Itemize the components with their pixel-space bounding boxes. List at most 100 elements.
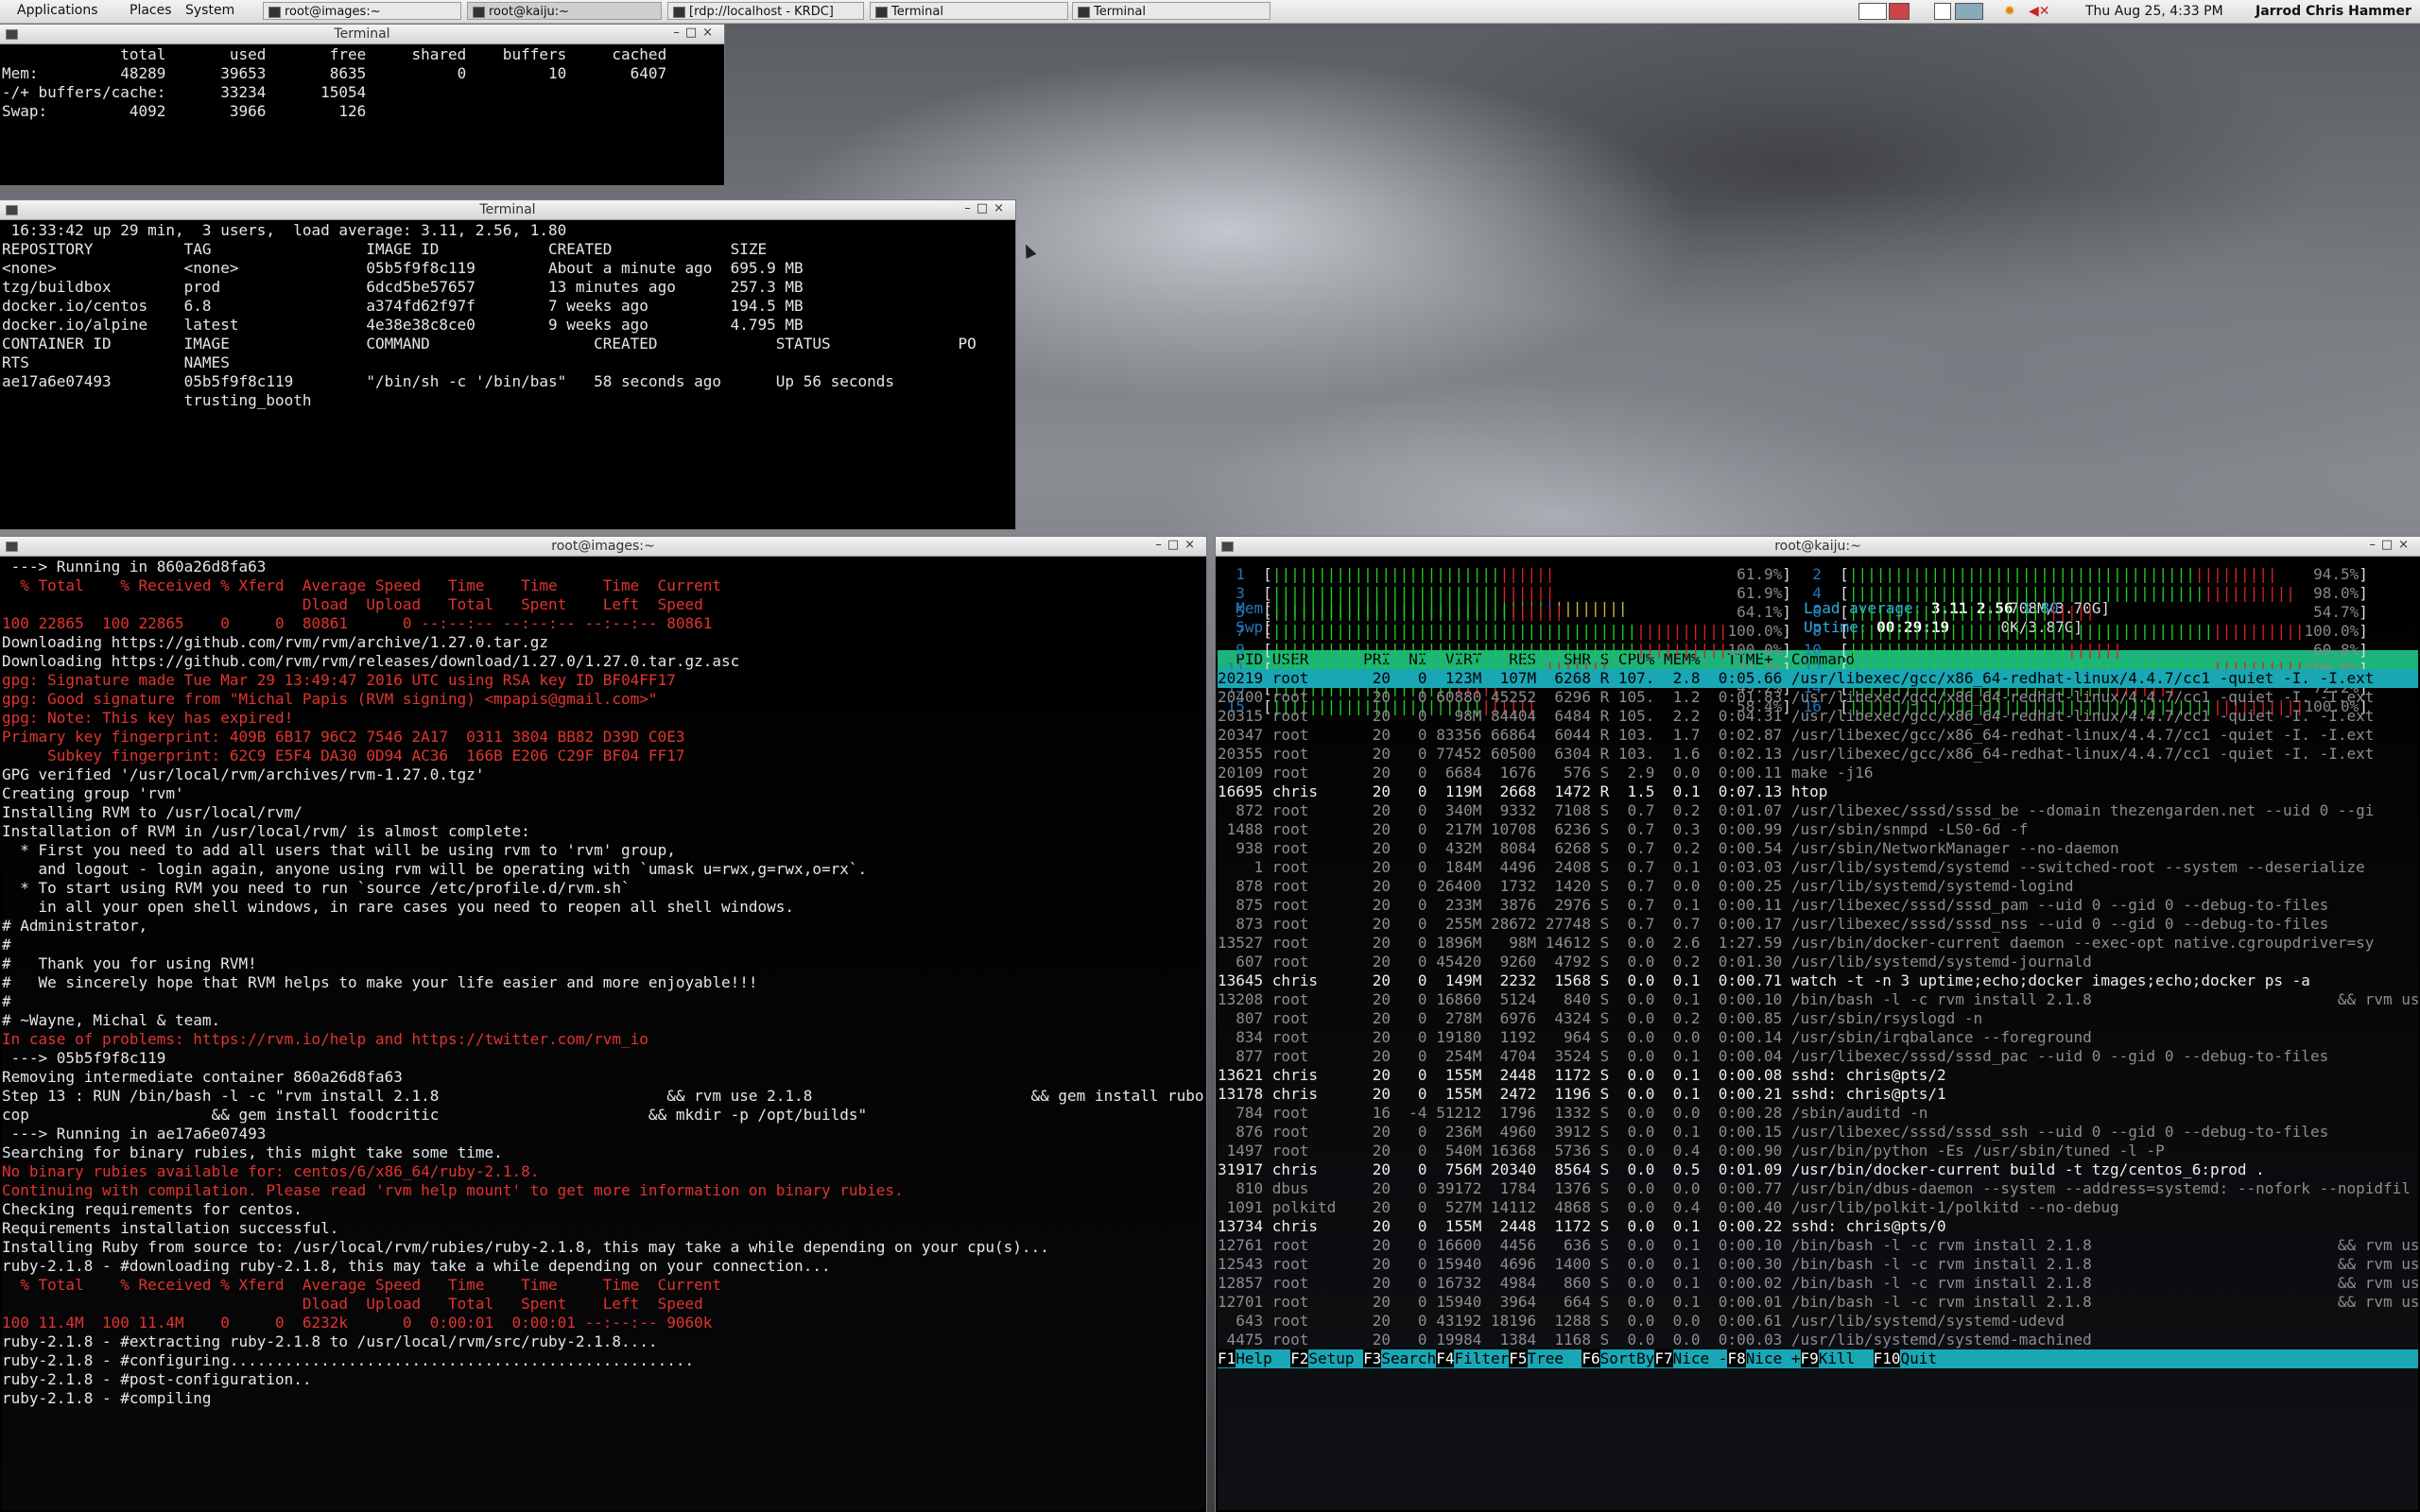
menu-system[interactable]: System <box>185 3 234 18</box>
output-line: Dload Upload Total Spent Left Speed <box>2 1295 703 1313</box>
process-row[interactable]: 1091 polkitd 20 0 527M 14112 4868 S 0.0 … <box>1218 1198 2418 1217</box>
process-row[interactable]: 13621 chris 20 0 155M 2448 1172 S 0.0 0.… <box>1218 1066 2418 1085</box>
process-row[interactable]: 13645 chris 20 0 149M 2232 1568 S 0.0 0.… <box>1218 971 2418 990</box>
output-line: ae17a6e07493 05b5f9f8c119 "/bin/sh -c '/… <box>2 372 895 390</box>
process-row[interactable]: 607 root 20 0 45420 9260 4792 S 0.0 0.2 … <box>1218 953 2418 971</box>
process-row[interactable]: 1488 root 20 0 217M 10708 6236 S 0.7 0.3… <box>1218 820 2418 839</box>
htop-view[interactable]: Mem[||||||||||||||||||||||||||||||||||||… <box>1218 558 2418 1510</box>
process-row[interactable]: 31917 chris 20 0 756M 20340 8564 S 0.0 0… <box>1218 1160 2418 1179</box>
process-row[interactable]: 13208 root 20 0 16860 5124 840 S 0.0 0.1… <box>1218 990 2418 1009</box>
process-row[interactable]: 20347 root 20 0 83356 66864 6044 R 103. … <box>1218 726 2418 745</box>
window-controls[interactable]: –□× <box>673 26 718 40</box>
process-row[interactable]: 1 root 20 0 184M 4496 2408 S 0.7 0.1 0:0… <box>1218 858 2418 877</box>
fkey-label[interactable]: Nice - <box>1672 1349 1728 1367</box>
process-row[interactable]: 16695 chris 20 0 119M 2668 1472 R 1.5 0.… <box>1218 782 2418 801</box>
task-terminal-2[interactable]: Terminal <box>1072 2 1270 20</box>
process-row[interactable]: 13527 root 20 0 1896M 98M 14612 S 0.0 2.… <box>1218 934 2418 953</box>
process-row[interactable]: 20219 root 20 0 123M 107M 6268 R 107. 2.… <box>1218 669 2418 688</box>
terminal-output[interactable]: 16:33:42 up 29 min, 3 users, load averag… <box>2 221 1013 527</box>
fkey-label[interactable]: Help <box>1236 1349 1291 1367</box>
fkey-f7[interactable]: F7 <box>1654 1349 1673 1367</box>
output-line: REPOSITORY TAG IMAGE ID CREATED SIZE <box>2 240 768 258</box>
process-row[interactable]: 872 root 20 0 340M 9332 7108 S 0.7 0.2 0… <box>1218 801 2418 820</box>
fkey-label[interactable]: Kill <box>1818 1349 1874 1367</box>
fkey-label[interactable]: Tree <box>1527 1349 1582 1367</box>
output-line: Creating group 'rvm' <box>2 784 184 802</box>
window-title: root@kaiju:~ <box>1774 539 1861 554</box>
process-row[interactable]: 12543 root 20 0 15940 4696 1400 S 0.0 0.… <box>1218 1255 2418 1274</box>
fkey-label[interactable]: Quit <box>1900 1349 1946 1367</box>
process-row[interactable]: 878 root 20 0 26400 1732 1420 S 0.7 0.0 … <box>1218 877 2418 896</box>
process-row[interactable]: 12761 root 20 0 16600 4456 636 S 0.0 0.1… <box>1218 1236 2418 1255</box>
process-row[interactable]: 13178 chris 20 0 155M 2472 1196 S 0.0 0.… <box>1218 1085 2418 1104</box>
process-row[interactable]: 20400 root 20 0 60880 45252 6296 R 105. … <box>1218 688 2418 707</box>
output-line: # We sincerely hope that RVM helps to ma… <box>2 973 758 991</box>
weather-icon[interactable]: ✹ <box>2004 4 2015 19</box>
fkey-f9[interactable]: F9 <box>1800 1349 1819 1367</box>
workspace-switcher[interactable] <box>1858 3 1887 20</box>
task-krdc[interactable]: [rdp://localhost - KRDC] <box>667 2 864 20</box>
output-line: docker.io/alpine latest 4e38e38c8ce0 9 w… <box>2 316 804 334</box>
user-name[interactable]: Jarrod Chris Hammer <box>2256 4 2411 19</box>
process-row[interactable]: 4475 root 20 0 19984 1384 1168 S 0.0 0.0… <box>1218 1331 2418 1349</box>
window-controls[interactable]: –□× <box>964 201 1010 215</box>
process-row[interactable]: 20315 root 20 0 98M 84404 6484 R 105. 2.… <box>1218 707 2418 726</box>
fkey-label[interactable]: Nice + <box>1745 1349 1801 1367</box>
terminal-window-htop[interactable]: root@kaiju:~ –□× Mem[|||||||||||||||||||… <box>1216 537 2420 1512</box>
titlebar[interactable]: root@kaiju:~ –□× <box>1216 537 2420 557</box>
fkey-label[interactable]: Search <box>1381 1349 1437 1367</box>
titlebar[interactable]: Terminal –□× <box>0 200 1015 220</box>
output-line: # Administrator, <box>2 917 148 935</box>
fkey-f1[interactable]: F1 <box>1218 1349 1236 1367</box>
fkey-f8[interactable]: F8 <box>1727 1349 1746 1367</box>
terminal-output[interactable]: ---> Running in 860a26d8fa63 % Total % R… <box>2 558 1204 1510</box>
window-list-icon[interactable] <box>1934 3 1951 20</box>
fkey-f4[interactable]: F4 <box>1436 1349 1455 1367</box>
fkey-f6[interactable]: F6 <box>1582 1349 1600 1367</box>
process-row[interactable]: 1497 root 20 0 540M 16368 5736 S 0.0 0.4… <box>1218 1142 2418 1160</box>
output-line: Installing RVM to /usr/local/rvm/ <box>2 803 302 821</box>
process-row[interactable]: 807 root 20 0 278M 6976 4324 S 0.0 0.2 0… <box>1218 1009 2418 1028</box>
titlebar[interactable]: Terminal –□× <box>0 25 724 44</box>
process-row[interactable]: 12857 root 20 0 16732 4984 860 S 0.0 0.1… <box>1218 1274 2418 1293</box>
process-row[interactable]: 643 root 20 0 43192 18196 1288 S 0.0 0.0… <box>1218 1312 2418 1331</box>
process-row[interactable]: 784 root 16 -4 51212 1796 1332 S 0.0 0.0… <box>1218 1104 2418 1123</box>
process-row[interactable]: 938 root 20 0 432M 8084 6268 S 0.7 0.2 0… <box>1218 839 2418 858</box>
applet-icon[interactable] <box>1889 3 1910 20</box>
terminal-output[interactable]: total used free shared buffers cached Me… <box>2 45 722 183</box>
output-line: No binary rubies available for: centos/6… <box>2 1162 540 1180</box>
volume-muted-icon[interactable]: ◀✕ <box>2029 4 2050 19</box>
fkey-f2[interactable]: F2 <box>1290 1349 1309 1367</box>
process-row[interactable]: 877 root 20 0 254M 4704 3524 S 0.0 0.1 0… <box>1218 1047 2418 1066</box>
window-controls[interactable]: –□× <box>2369 538 2414 552</box>
process-row[interactable]: 834 root 20 0 19180 1192 964 S 0.0 0.0 0… <box>1218 1028 2418 1047</box>
process-row[interactable]: 12701 root 20 0 15940 3964 664 S 0.0 0.1… <box>1218 1293 2418 1312</box>
fkey-f5[interactable]: F5 <box>1509 1349 1528 1367</box>
cpu-number: 4 <box>1794 584 1841 602</box>
process-row[interactable]: 20355 root 20 0 77452 60500 6304 R 103. … <box>1218 745 2418 764</box>
menu-applications[interactable]: Applications <box>17 3 98 18</box>
task-terminal-1[interactable]: Terminal <box>870 2 1068 20</box>
cpu-percent: 60.8% <box>2304 641 2360 659</box>
process-row[interactable]: 13734 chris 20 0 155M 2448 1172 S 0.0 0.… <box>1218 1217 2418 1236</box>
fkey-label[interactable]: Setup <box>1308 1349 1364 1367</box>
titlebar[interactable]: root@images:~ –□× <box>0 537 1206 557</box>
task-root-kaiju[interactable]: root@kaiju:~ <box>467 2 662 20</box>
menu-places[interactable]: Places <box>130 3 172 18</box>
terminal-window-watch[interactable]: Terminal –□× 16:33:42 up 29 min, 3 users… <box>0 200 1015 529</box>
fkey-label[interactable]: SortBy <box>1599 1349 1655 1367</box>
fkey-f10[interactable]: F10 <box>1873 1349 1901 1367</box>
window-controls[interactable]: –□× <box>1155 538 1201 552</box>
fkey-label[interactable]: Filter <box>1454 1349 1510 1367</box>
process-row[interactable]: 875 root 20 0 233M 3876 2976 S 0.7 0.1 0… <box>1218 896 2418 915</box>
terminal-window-free[interactable]: Terminal –□× total used free shared buff… <box>0 25 724 185</box>
task-root-images[interactable]: root@images:~ <box>263 2 461 20</box>
clock[interactable]: Thu Aug 25, 4:33 PM <box>2085 4 2223 19</box>
process-row[interactable]: 810 dbus 20 0 39172 1784 1376 S 0.0 0.0 … <box>1218 1179 2418 1198</box>
fkey-f3[interactable]: F3 <box>1363 1349 1382 1367</box>
terminal-window-images[interactable]: root@images:~ –□× ---> Running in 860a26… <box>0 537 1206 1512</box>
desktop-preview-icon[interactable] <box>1955 3 1983 20</box>
process-row[interactable]: 20109 root 20 0 6684 1676 576 S 2.9 0.0 … <box>1218 764 2418 782</box>
process-row[interactable]: 873 root 20 0 255M 28672 27748 S 0.7 0.7… <box>1218 915 2418 934</box>
process-row[interactable]: 876 root 20 0 236M 4960 3912 S 0.0 0.1 0… <box>1218 1123 2418 1142</box>
